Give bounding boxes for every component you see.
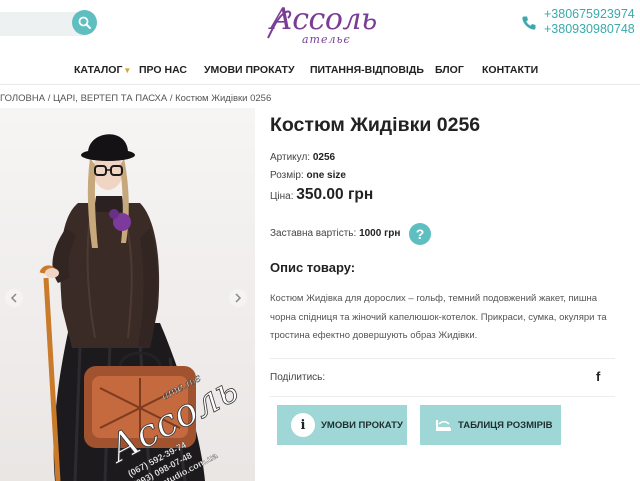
logo-subtext: ательє [302, 33, 351, 46]
price-label: Ціна: [270, 191, 294, 202]
main-nav: КАТАЛОГ▼ ПРО НАС УМОВИ ПРОКАТУ ПИТАННЯ-В… [0, 62, 640, 80]
article-row: Артикул: 0256 [270, 152, 335, 163]
search-box [0, 10, 97, 38]
deposit-row: Заставна вартість: 1000 грн [270, 228, 400, 239]
size-row: Розмір: one size [270, 170, 346, 181]
nav-item-catalog[interactable]: КАТАЛОГ▼ [74, 64, 131, 76]
chevron-down-icon: ▼ [123, 66, 132, 75]
search-button[interactable] [72, 10, 97, 35]
nav-item-faq[interactable]: ПИТАННЯ-ВІДПОВІДЬ [310, 64, 424, 76]
site-logo[interactable]: Ассоль ательє [262, 2, 377, 46]
deposit-help-button[interactable]: ? [409, 223, 431, 245]
nav-catalog-label: КАТАЛОГ [74, 64, 123, 76]
size-chart-button[interactable]: ТАБЛИЦЯ РОЗМІРІВ [420, 405, 561, 445]
size-chart-icon [434, 418, 452, 432]
phone-number-1[interactable]: +380675923974 [544, 7, 635, 22]
phone-number-2[interactable]: +380930980748 [544, 22, 635, 37]
article-label: Артикул: [270, 152, 311, 163]
rental-terms-label: УМОВИ ПРОКАТУ [321, 419, 403, 431]
nav-item-contacts[interactable]: КОНТАКТИ [482, 64, 538, 76]
description-heading: Опис товару: [270, 260, 356, 275]
size-chart-label: ТАБЛИЦЯ РОЗМІРІВ [458, 419, 553, 431]
product-description: Костюм Жидівка для дорослих – гольф, тем… [270, 293, 607, 341]
search-icon [78, 16, 91, 29]
article-value: 0256 [312, 152, 336, 163]
info-icon: i [291, 413, 315, 437]
nav-item-blog[interactable]: БЛОГ [435, 64, 464, 76]
deposit-label: Заставна вартість: [270, 228, 357, 239]
share-label: Поділитись: [270, 372, 326, 383]
share-divider-top [270, 358, 615, 359]
costume-illustration: Ассоль ательє (067) 592-39-74 (093) 098-… [5, 134, 247, 481]
product-photo[interactable]: Ассоль ательє (067) 592-39-74 (093) 098-… [0, 108, 255, 481]
deposit-value: 1000 грн [359, 228, 401, 239]
price-value: 350.00 грн [296, 186, 374, 203]
nav-item-rental-terms[interactable]: УМОВИ ПРОКАТУ [204, 64, 295, 76]
size-value: one size [306, 170, 346, 181]
nav-divider [0, 84, 640, 85]
breadcrumb: ГОЛОВНА / ЦАРІ, ВЕРТЕП ТА ПАСХА / Костюм… [0, 93, 272, 104]
phone-icon [522, 16, 536, 30]
rental-terms-button[interactable]: i УМОВИ ПРОКАТУ [277, 405, 407, 445]
price-row: Ціна: 350.00 грн [270, 186, 373, 204]
nav-item-about[interactable]: ПРО НАС [139, 64, 187, 76]
size-label: Розмір: [270, 170, 304, 181]
product-title: Костюм Жидівки 0256 [270, 114, 481, 136]
logo-text: Ассоль [270, 2, 377, 37]
share-divider-bottom [270, 396, 615, 397]
facebook-icon[interactable]: f [596, 369, 600, 384]
phone-numbers: +380675923974 +380930980748 [544, 7, 635, 37]
